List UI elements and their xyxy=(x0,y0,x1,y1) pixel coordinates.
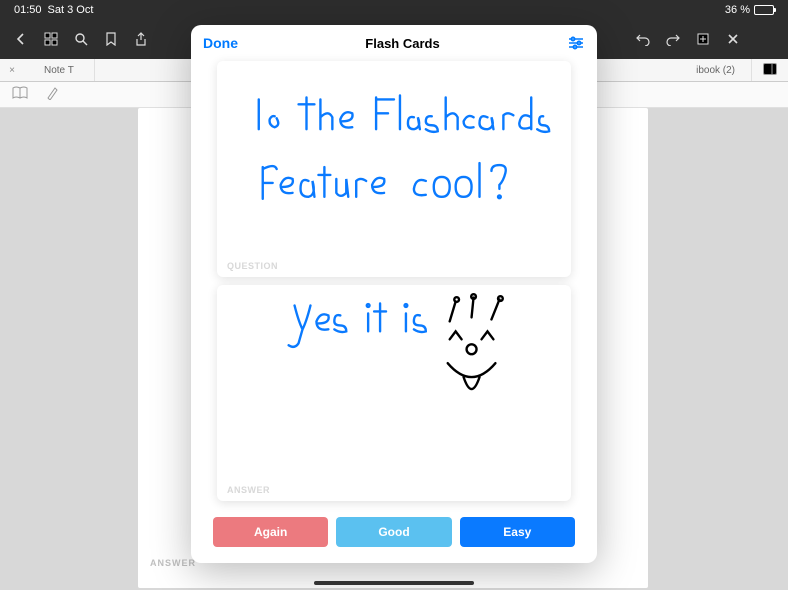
modal-title: Flash Cards xyxy=(365,36,439,51)
search-icon[interactable] xyxy=(68,26,94,52)
close-icon[interactable] xyxy=(720,26,746,52)
book-icon[interactable] xyxy=(12,86,28,103)
undo-icon[interactable] xyxy=(630,26,656,52)
back-icon[interactable] xyxy=(8,26,34,52)
easy-button[interactable]: Easy xyxy=(460,517,575,547)
settings-icon[interactable] xyxy=(567,34,585,52)
question-card[interactable]: QUESTION xyxy=(217,61,571,277)
page-footer-label: ANSWER xyxy=(150,558,196,568)
tab-close-icon[interactable]: × xyxy=(0,65,24,76)
answer-label: ANSWER xyxy=(227,485,270,495)
status-time: 01:50 xyxy=(14,4,42,16)
apple-pencil-icon xyxy=(709,4,721,16)
answer-card[interactable]: ANSWER xyxy=(217,285,571,501)
good-button[interactable]: Good xyxy=(336,517,451,547)
sidebar-toggle-icon[interactable] xyxy=(752,63,788,78)
tab-left[interactable]: Note T xyxy=(24,59,95,81)
pen-icon[interactable] xyxy=(46,86,58,103)
more-icon[interactable] xyxy=(750,26,776,52)
home-indicator[interactable] xyxy=(314,581,474,585)
grid-icon[interactable] xyxy=(38,26,64,52)
battery-pct: 36 % xyxy=(725,4,750,16)
new-note-icon[interactable] xyxy=(690,26,716,52)
srs-buttons: Again Good Easy xyxy=(191,501,597,563)
redo-icon[interactable] xyxy=(660,26,686,52)
done-button[interactable]: Done xyxy=(203,35,238,51)
battery-icon xyxy=(754,5,774,15)
status-date: Sat 3 Oct xyxy=(48,4,94,16)
tab-right[interactable]: ibook (2) xyxy=(680,59,752,81)
bookmark-icon[interactable] xyxy=(98,26,124,52)
question-label: QUESTION xyxy=(227,261,278,271)
status-bar: 01:50 Sat 3 Oct 36 % xyxy=(0,0,788,19)
share-icon[interactable] xyxy=(128,26,154,52)
again-button[interactable]: Again xyxy=(213,517,328,547)
flashcards-modal: Done Flash Cards xyxy=(191,25,597,563)
modal-header: Done Flash Cards xyxy=(191,25,597,61)
